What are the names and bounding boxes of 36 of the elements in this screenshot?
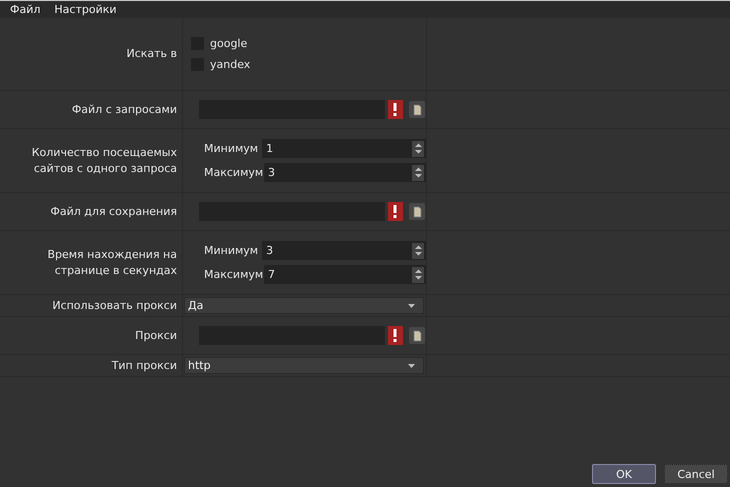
checkbox-label: yandex: [210, 58, 250, 71]
spin-field[interactable]: 3: [262, 241, 426, 260]
field-label: Файл с запросами: [72, 102, 177, 118]
file-icon: [412, 104, 422, 116]
spin-field[interactable]: 3: [264, 163, 426, 182]
spin-label: Максимум: [204, 166, 260, 179]
browse-button[interactable]: [408, 203, 424, 220]
spin-field[interactable]: 1: [262, 139, 426, 158]
field-label: Прокси: [135, 328, 177, 344]
spin-label: Максимум: [204, 268, 260, 281]
dropdown[interactable]: http: [184, 357, 424, 374]
spin-arrows-icon[interactable]: [412, 164, 424, 180]
dropdown[interactable]: Да: [184, 297, 424, 314]
spin-label: Минимум: [204, 244, 258, 257]
spin-arrows-icon[interactable]: [412, 140, 424, 156]
caret-icon: [408, 304, 415, 308]
spin-arrows-icon[interactable]: [412, 266, 424, 282]
checkbox-label: google: [210, 37, 248, 50]
caret-icon: [408, 364, 415, 368]
file-icon: [412, 206, 422, 218]
menu-item[interactable]: Файл: [10, 3, 40, 16]
field-label: Файл для сохранения: [50, 204, 177, 220]
browse-button[interactable]: [408, 101, 424, 118]
ok-button[interactable]: OK: [592, 464, 656, 484]
file-icon: [412, 330, 422, 342]
field-label: Тип прокси: [112, 358, 177, 374]
field-label: Использовать прокси: [52, 298, 177, 314]
browse-button[interactable]: [408, 327, 424, 344]
spin-label: Минимум: [204, 142, 258, 155]
field-label: Искать в: [126, 46, 177, 62]
field-label: Количество посещаемых сайтов с одного запроса: [30, 144, 177, 176]
cancel-button[interactable]: Cancel: [664, 464, 728, 484]
field-label: Время нахождения на странице в секундах: [46, 246, 177, 278]
spin-field[interactable]: 7: [264, 265, 426, 284]
spin-arrows-icon[interactable]: [412, 242, 424, 258]
menu-item[interactable]: Настройки: [54, 3, 117, 16]
